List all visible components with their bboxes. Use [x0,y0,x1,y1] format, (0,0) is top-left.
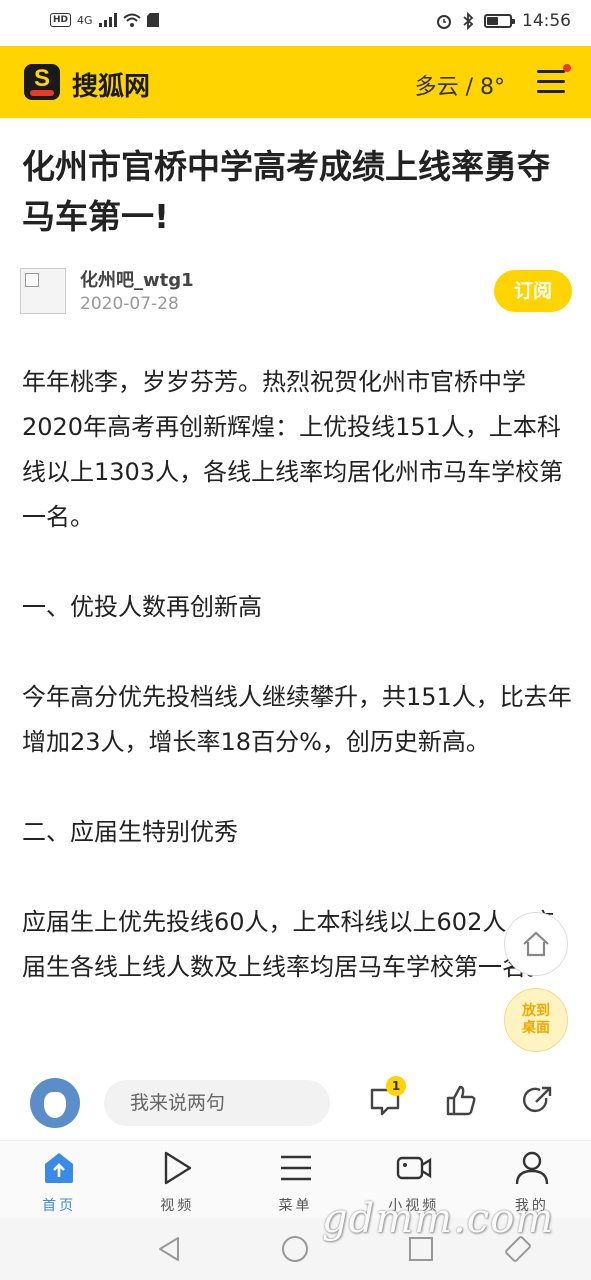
user-icon [515,1151,549,1185]
tab-home[interactable]: 首页 [0,1141,118,1218]
thumbs-up-icon [446,1085,476,1116]
comment-count-badge: 1 [386,1076,406,1096]
article-title: 化州市官桥中学高考成绩上线率勇夺马车第一! [22,147,550,236]
author-row: 化州吧_wtg1 2020-07-28 订阅 [20,266,572,318]
tab-video-label: 视频 [160,1198,195,1214]
like-button[interactable] [444,1084,478,1118]
home-icon [45,1153,74,1183]
menu-icon [280,1155,311,1181]
watermark: gdmm.com [322,1196,555,1242]
camera-icon [396,1156,431,1180]
comments-button[interactable]: 1 [368,1076,406,1118]
publish-date: 2020-07-28 [80,294,179,314]
play-icon [165,1151,192,1185]
article-section-heading: 二、应届生特别优秀 [22,818,238,846]
user-avatar[interactable] [30,1078,80,1128]
add-to-desktop-button[interactable]: 放到桌面 [504,988,568,1052]
comment-input[interactable]: 我来说两句 [104,1080,330,1126]
home-nav-icon[interactable] [280,1234,310,1264]
article-paragraph: 年年桃李，岁岁芬芳。热烈祝贺化州市官桥中学2020年高考再创新辉煌：上优投线15… [22,368,564,531]
subscribe-button[interactable]: 订阅 [494,270,572,312]
float-home-button[interactable] [504,912,568,976]
author-avatar[interactable] [20,268,66,314]
tab-video[interactable]: 视频 [118,1141,236,1218]
article-paragraph: 今年高分优先投档线人继续攀升，共151人，比去年增加23人，增长率18百分%，创… [22,683,572,756]
home-outline-icon [523,931,549,957]
article-viewport[interactable]: 化州市官桥中学高考成绩上线率勇夺马车第一! 化州吧_wtg1 2020-07-2… [0,0,591,1066]
author-name[interactable]: 化州吧_wtg1 [80,266,194,292]
article-paragraph: 应届生上优先投线60人，上本科线以上602人，应届生各线上线人数及上线率均居马车… [22,908,555,981]
comment-bar: 我来说两句 1 [0,1066,591,1140]
article-section-heading: 一、优投人数再创新高 [22,593,262,621]
add-to-desktop-label: 放到桌面 [522,1003,550,1036]
article-body: 年年桃李，岁岁芬芳。热烈祝贺化州市官桥中学2020年高考再创新辉煌：上优投线15… [22,360,574,1035]
share-icon [523,1086,552,1113]
tab-home-label: 首页 [42,1198,77,1214]
back-icon[interactable] [154,1234,184,1264]
share-button[interactable] [520,1084,554,1118]
